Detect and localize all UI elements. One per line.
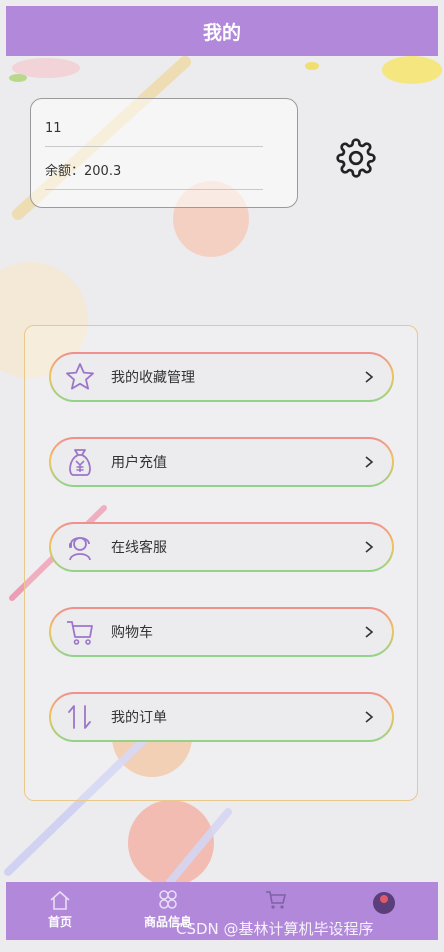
- chevron-right-icon: [365, 626, 374, 638]
- chevron-right-icon: [365, 456, 374, 468]
- chevron-right-icon: [365, 541, 374, 553]
- grid-icon: [159, 890, 177, 909]
- account-card: 11 余额：200.3: [30, 98, 298, 208]
- tab-profile[interactable]: [330, 882, 438, 940]
- page-title: 我的: [202, 21, 241, 44]
- balance-text: 余额：200.3: [45, 160, 263, 190]
- header-bar: 我的: [6, 6, 438, 56]
- settings-gear-icon[interactable]: [336, 138, 376, 178]
- menu-label-favorites: 我的收藏管理: [111, 370, 195, 386]
- menu-item-favorites[interactable]: 我的收藏管理: [49, 352, 394, 402]
- menu-item-cart[interactable]: 购物车: [49, 607, 394, 657]
- user-icon: [373, 892, 395, 914]
- tab-home[interactable]: 首页: [6, 882, 114, 940]
- customer-service-icon: [69, 537, 91, 561]
- tab-label-products: 商品信息: [143, 915, 192, 929]
- tab-products[interactable]: 商品信息: [114, 882, 222, 940]
- username-text: 11: [45, 121, 263, 147]
- menu-item-orders[interactable]: 我的订单: [49, 692, 394, 742]
- tab-cart[interactable]: [222, 882, 330, 940]
- menu-label-cart: 购物车: [111, 625, 153, 641]
- chevron-right-icon: [365, 371, 374, 383]
- menu-item-customer-service[interactable]: 在线客服: [49, 522, 394, 572]
- shopping-cart-icon: [67, 621, 93, 645]
- money-bag-icon: [69, 449, 91, 476]
- cart-icon: [266, 891, 287, 909]
- menu-item-recharge[interactable]: 用户充值: [49, 437, 394, 487]
- chevron-right-icon: [365, 711, 374, 723]
- sort-arrows-icon: [68, 705, 91, 729]
- tab-label-home: 首页: [47, 915, 72, 929]
- menu-label-customer-service: 在线客服: [111, 540, 167, 556]
- home-icon: [50, 890, 70, 910]
- menu-label-recharge: 用户充值: [111, 455, 167, 471]
- star-icon: [66, 363, 94, 390]
- menu-label-orders: 我的订单: [111, 710, 167, 726]
- bottom-tab-bar: 首页 商品信息: [6, 882, 438, 940]
